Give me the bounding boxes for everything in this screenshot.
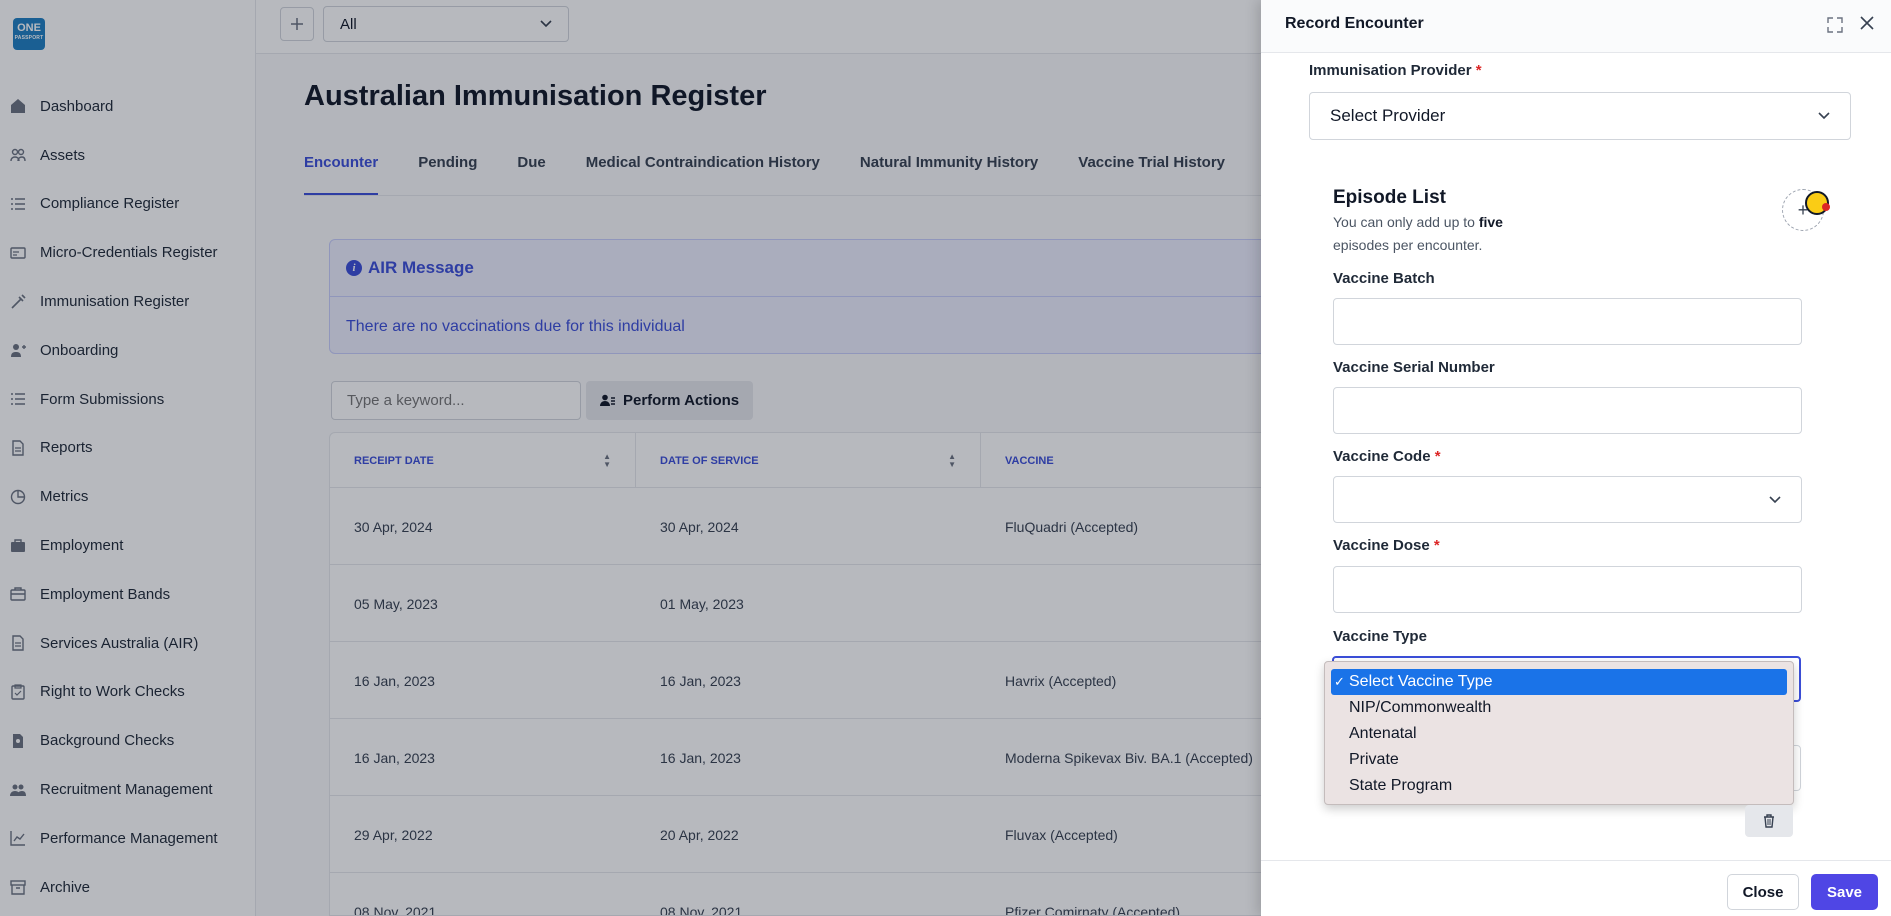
required-mark: * xyxy=(1475,62,1482,79)
provider-select-value: Select Provider xyxy=(1330,106,1446,125)
close-button[interactable]: Close xyxy=(1727,874,1799,910)
episode-sub-text: You can only add up to xyxy=(1333,214,1479,230)
episode-list-title: Episode List xyxy=(1333,187,1446,208)
chevron-down-icon xyxy=(1818,112,1830,120)
vaccine-code-select[interactable] xyxy=(1333,476,1802,523)
vaccine-serial-input[interactable] xyxy=(1333,387,1802,434)
vaccine-serial-label: Vaccine Serial Number xyxy=(1333,359,1495,376)
panel-title: Record Encounter xyxy=(1285,15,1424,32)
provider-label-text: Immunisation Provider xyxy=(1309,62,1472,79)
vaccine-type-dropdown: Select Vaccine Type NIP/Commonwealth Ant… xyxy=(1324,661,1794,805)
vaccine-dose-label: Vaccine Dose * xyxy=(1333,537,1440,554)
vaccine-type-option-private[interactable]: Private xyxy=(1331,747,1787,773)
episode-sub-bold: five xyxy=(1478,214,1503,230)
vaccine-code-label-text: Vaccine Code xyxy=(1333,448,1431,465)
episode-sub-text-end: episodes per encounter. xyxy=(1333,237,1483,253)
panel-footer: Close Save xyxy=(1261,860,1891,916)
expand-icon[interactable] xyxy=(1827,17,1843,33)
required-mark: * xyxy=(1434,448,1441,465)
provider-select[interactable]: Select Provider xyxy=(1309,92,1851,140)
vaccine-type-option-antenatal[interactable]: Antenatal xyxy=(1331,721,1787,747)
modal-backdrop[interactable] xyxy=(0,0,1261,916)
episode-list-subtitle: You can only add up to five episodes per… xyxy=(1333,211,1553,257)
vaccine-dose-label-text: Vaccine Dose xyxy=(1333,537,1430,554)
delete-episode-button[interactable] xyxy=(1745,805,1793,837)
vaccine-type-label: Vaccine Type xyxy=(1333,628,1427,645)
vaccine-batch-label: Vaccine Batch xyxy=(1333,270,1435,287)
vaccine-type-option-state-program[interactable]: State Program xyxy=(1331,773,1787,799)
alert-dot-icon xyxy=(1822,203,1830,211)
provider-label: Immunisation Provider * xyxy=(1309,62,1482,79)
panel-header: Record Encounter xyxy=(1261,0,1891,53)
vaccine-type-option-select[interactable]: Select Vaccine Type xyxy=(1331,669,1787,695)
required-mark: * xyxy=(1433,537,1440,554)
vaccine-dose-input[interactable] xyxy=(1333,566,1802,613)
save-button[interactable]: Save xyxy=(1811,874,1878,910)
close-icon[interactable] xyxy=(1858,14,1876,32)
vaccine-type-option-nip[interactable]: NIP/Commonwealth xyxy=(1331,695,1787,721)
vaccine-code-label: Vaccine Code * xyxy=(1333,448,1441,465)
trash-icon xyxy=(1764,814,1774,828)
chevron-down-icon xyxy=(1769,495,1781,503)
vaccine-batch-input[interactable] xyxy=(1333,298,1802,345)
